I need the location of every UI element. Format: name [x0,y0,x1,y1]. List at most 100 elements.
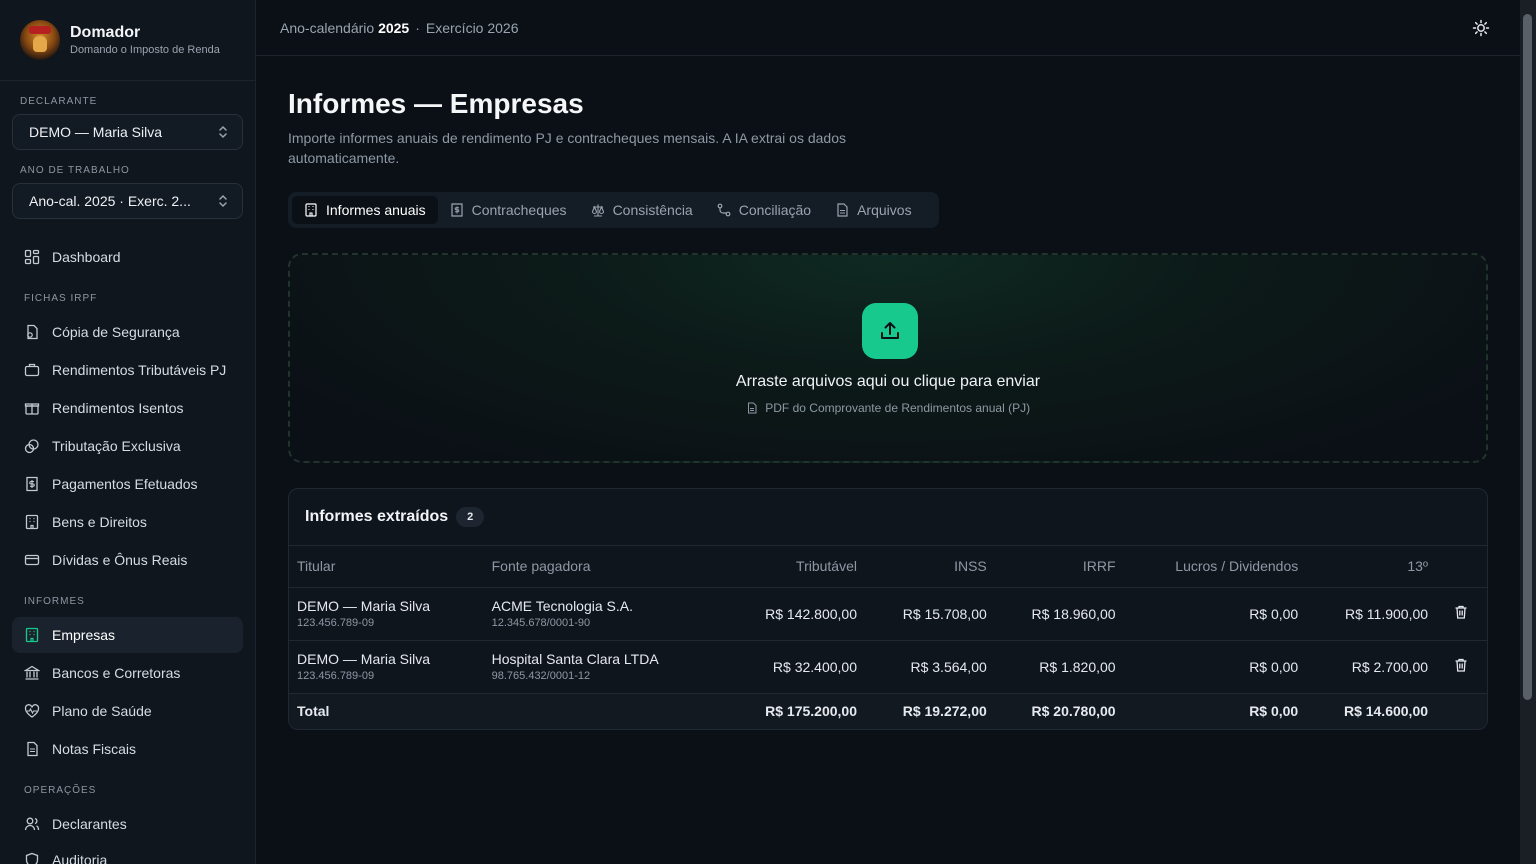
col-inss: INSS [856,546,987,588]
col-fonte: Fonte pagadora [483,546,694,588]
nav-dividas-onus[interactable]: Dívidas e Ônus Reais [12,542,243,578]
delete-button[interactable] [1428,640,1487,694]
scrollbar-thumb[interactable] [1523,14,1532,700]
nav-label: Declarantes [52,816,127,832]
upload-button[interactable] [862,303,918,359]
nav-label: Rendimentos Isentos [52,400,184,416]
col-irrf: IRRF [986,546,1116,588]
page-subtitle: Importe informes anuais de rendimento PJ… [288,130,846,166]
page-title: Informes — Empresas [288,88,584,119]
cell-tributavel: R$ 142.800,00 [693,587,857,641]
table-row: DEMO — Maria Silva 123.456.789-09 ACME Te… [289,587,1487,641]
nav-label: Cópia de Segurança [52,324,180,340]
nav-label: Auditoria [52,852,108,864]
file-backup-icon [27,324,38,340]
chevron-up-down-icon [219,194,227,208]
titular-name: DEMO — Maria Silva [297,651,431,667]
tab-informes-anuais[interactable]: Informes anuais [292,196,438,224]
tab-label: Conciliação [738,202,812,218]
declarante-select[interactable]: DEMO — Maria Silva [12,114,243,150]
nav-label: Bens e Direitos [52,514,147,530]
total-decimo: R$ 14.600,00 [1298,693,1429,729]
upload-dropzone[interactable]: Arraste arquivos aqui ou clique para env… [288,253,1488,463]
nav-label: Notas Fiscais [52,741,137,757]
titular-cpf: 123.456.789-09 [297,670,375,682]
nav-label: Tributação Exclusiva [52,438,181,454]
informes-table-card: Informes extraídos 2 Titular Fonte pagad… [288,488,1488,730]
chevron-up-down-icon [219,125,227,139]
tab-label: Informes anuais [326,202,426,218]
building-icon [305,203,317,217]
total-irrf: R$ 20.780,00 [986,693,1116,729]
declarante-value: DEMO — Maria Silva [29,124,163,140]
cell-lucros: R$ 0,00 [1115,640,1299,694]
sidebar: Domador Domando o Imposto de Renda DECLA… [0,0,256,864]
trash-icon [1455,605,1467,619]
col-actions [1428,546,1487,588]
brand[interactable]: Domador Domando o Imposto de Renda [0,0,255,81]
nav-empresas[interactable]: Empresas [12,617,243,653]
tab-consistencia[interactable]: Consistência [579,196,705,224]
scrollbar[interactable] [1520,0,1536,864]
brand-title: Domador [70,24,141,41]
card-title: Informes extraídos [305,508,449,525]
fonte-name: ACME Tecnologia S.A. [491,598,633,614]
declarante-label: DECLARANTE [20,96,98,107]
bank-icon [24,665,40,680]
tabs: Informes anuais Contracheques Consistênc… [288,192,939,228]
titular-name: DEMO — Maria Silva [297,598,431,614]
operacoes-section-label: OPERAÇÕES [24,785,97,796]
gift-icon [24,403,40,415]
ano-select[interactable]: Ano-cal. 2025 · Exerc. 2... [12,183,243,219]
credit-card-icon [24,554,40,566]
nav-auditoria[interactable]: Auditoria [12,842,243,864]
tab-arquivos[interactable]: Arquivos [823,196,923,224]
briefcase-icon [24,363,40,377]
tab-contracheques[interactable]: Contracheques [438,196,579,224]
nav-tributacao-exclusiva[interactable]: Tributação Exclusiva [12,428,243,464]
delete-button[interactable] [1428,587,1487,641]
nav-dashboard[interactable]: Dashboard [12,239,243,275]
col-decimo: 13º [1298,546,1429,588]
receipt-icon [451,203,463,217]
informes-section-label: INFORMES [24,596,85,607]
titular-cpf: 123.456.789-09 [297,617,375,629]
nav-pagamentos-efetuados[interactable]: Pagamentos Efetuados [12,466,243,502]
sun-icon[interactable] [1472,19,1490,37]
nav-plano-saude[interactable]: Plano de Saúde [12,693,243,729]
nav-label: Pagamentos Efetuados [52,476,198,492]
lion-logo-icon [20,20,60,60]
brand-subtitle: Domando o Imposto de Renda [70,44,220,56]
nav-bancos-corretoras[interactable]: Bancos e Corretoras [12,655,243,691]
nav-rendimentos-isentos[interactable]: Rendimentos Isentos [12,390,243,426]
nav-bens-direitos[interactable]: Bens e Direitos [12,504,243,540]
dropzone-hint-text: PDF do Comprovante de Rendimentos anual … [765,401,1031,415]
trash-icon [1455,658,1467,672]
ano-calendario-prefix: Ano-calendário [280,19,375,36]
col-lucros: Lucros / Dividendos [1115,546,1299,588]
table-row: DEMO — Maria Silva 123.456.789-09 Hospita… [289,640,1487,694]
nav-label: Dashboard [52,249,121,265]
tab-conciliacao[interactable]: Conciliação [705,196,823,224]
nav-rendimentos-tributaveis[interactable]: Rendimentos Tributáveis PJ [12,352,243,388]
nav-label: Empresas [52,627,116,643]
fonte-name: Hospital Santa Clara LTDA [491,651,659,667]
fichas-section-label: FICHAS IRPF [24,293,98,304]
total-tributavel: R$ 175.200,00 [693,693,857,729]
cell-inss: R$ 3.564,00 [856,640,987,694]
ano-calendario-year: 2025 [378,19,410,36]
nav-declarantes[interactable]: Declarantes [12,806,243,842]
nav-label: Dívidas e Ônus Reais [52,552,188,568]
nav-notas-fiscais[interactable]: Notas Fiscais [12,731,243,767]
tab-label: Contracheques [471,202,567,218]
fonte-cnpj: 98.765.432/0001-12 [491,670,591,682]
cell-irrf: R$ 18.960,00 [986,587,1116,641]
scale-icon [591,204,604,217]
dropzone-title: Arraste arquivos aqui ou clique para env… [735,373,1041,390]
tab-label: Consistência [612,202,693,218]
cell-tributavel: R$ 32.400,00 [693,640,857,694]
dashboard-icon [24,249,40,265]
dropzone-hint: PDF do Comprovante de Rendimentos anual … [290,401,1486,415]
nav-copia-seguranca[interactable]: Cópia de Segurança [12,314,243,350]
table-header: Titular Fonte pagadora Tributável INSS I… [289,546,1487,588]
